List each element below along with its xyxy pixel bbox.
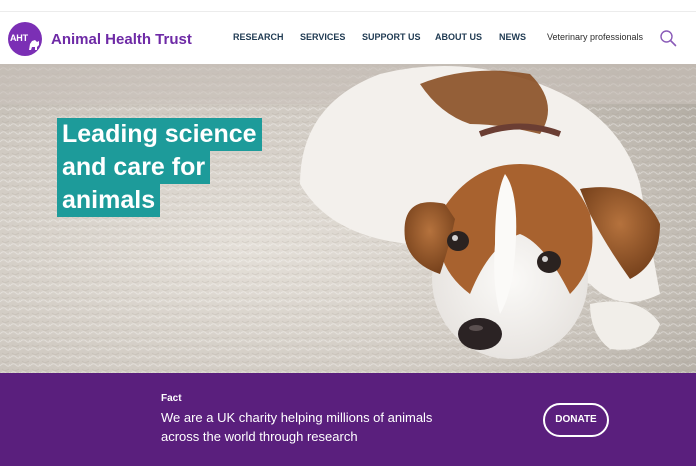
nav-research[interactable]: RESEARCH (233, 32, 284, 42)
hero-headline: Leading science and care for animals (57, 118, 262, 217)
nav-about-us[interactable]: ABOUT US (435, 32, 482, 42)
fact-label: Fact (161, 393, 182, 404)
nav-news[interactable]: NEWS (499, 32, 526, 42)
nav-veterinary-professionals[interactable]: Veterinary professionals (547, 32, 643, 42)
headline-line-2: and care for (57, 151, 211, 184)
headline-line-1: Leading science (57, 118, 262, 151)
search-icon[interactable] (659, 29, 677, 47)
logo-badge: AHT (8, 22, 42, 56)
fact-text: We are a UK charity helping millions of … (161, 410, 433, 444)
headline-line-3: animals (57, 184, 161, 217)
fact-bar: Fact We are a UK charity helping million… (0, 373, 696, 466)
puppy-photo (0, 64, 696, 373)
animal-silhouette-icon (29, 40, 39, 50)
logo-badge-text: AHT (10, 33, 28, 43)
hero-banner: Leading science and care for animals (0, 64, 696, 373)
nav-support-us[interactable]: SUPPORT US (362, 32, 421, 42)
site-header: AHT Animal Health Trust RESEARCH SERVICE… (0, 12, 696, 64)
site-logo[interactable]: AHT Animal Health Trust (8, 22, 192, 56)
top-strip (0, 0, 696, 12)
logo-name: Animal Health Trust (51, 30, 192, 48)
donate-button[interactable]: DONATE (543, 403, 609, 437)
nav-services[interactable]: SERVICES (300, 32, 345, 42)
